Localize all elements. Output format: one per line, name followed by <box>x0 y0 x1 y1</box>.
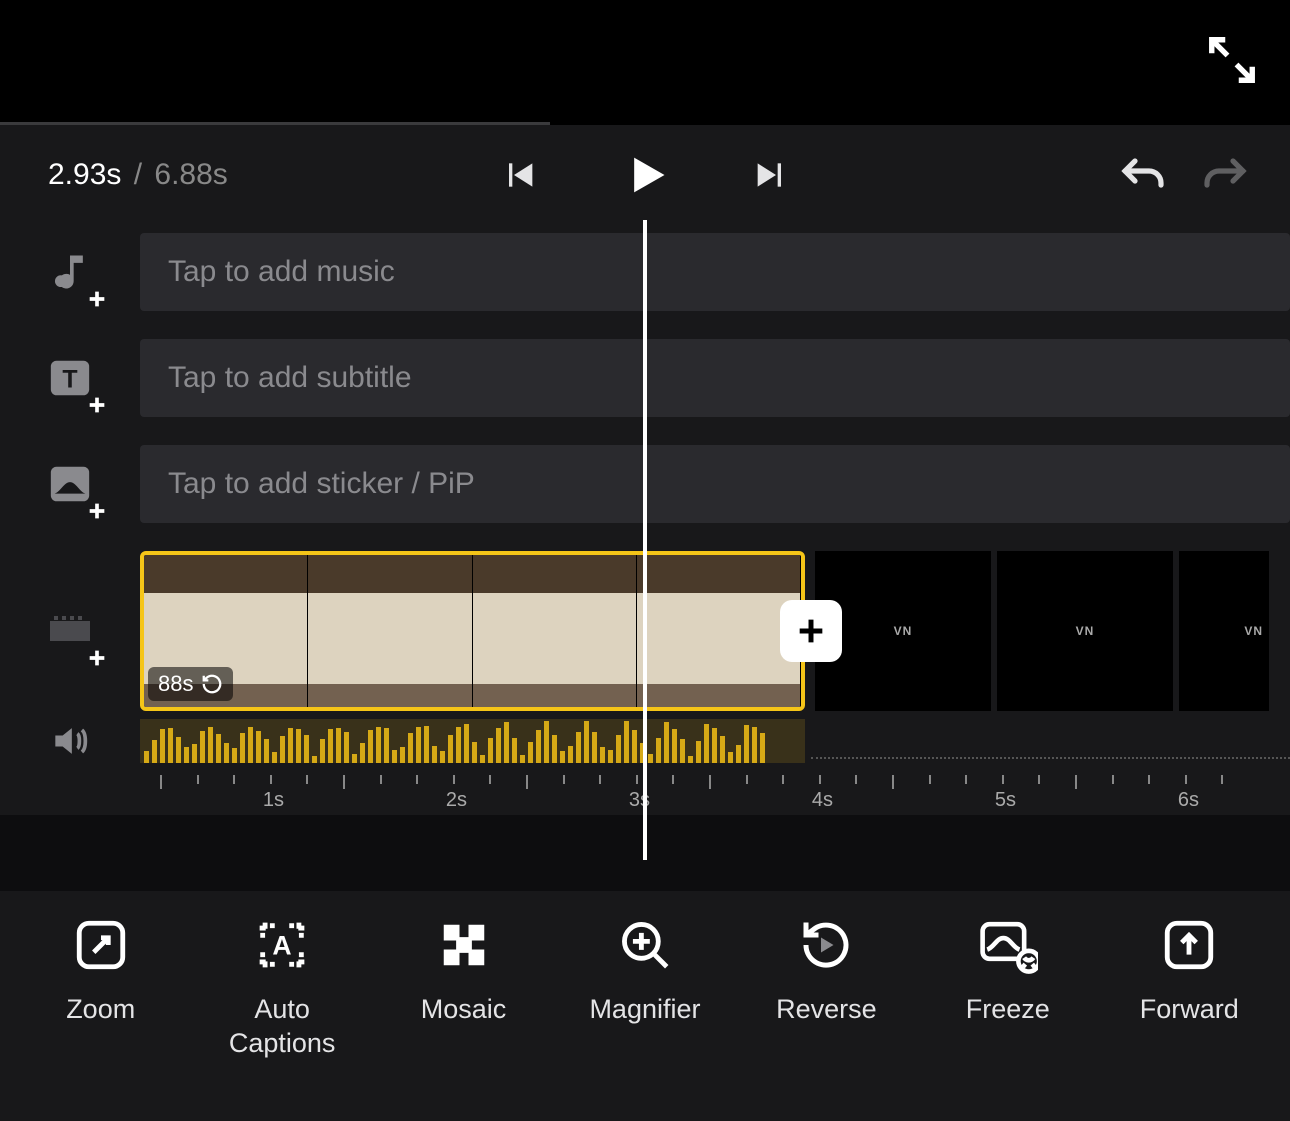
bottom-toolbar: Zoom A Auto Captions Mosaic Magnifier Re… <box>0 891 1290 1121</box>
add-subtitle-button[interactable]: T <box>40 348 100 408</box>
plus-icon <box>794 614 828 648</box>
plus-icon <box>86 394 108 416</box>
current-time: 2.93s <box>48 158 121 191</box>
video-preview[interactable] <box>0 0 1290 125</box>
subtitle-track-lane[interactable]: Tap to add subtitle <box>140 339 1290 417</box>
zoom-icon <box>72 916 130 974</box>
captions-icon: A <box>253 916 311 974</box>
freeze-button[interactable]: Freeze <box>930 915 1085 1027</box>
reverse-button[interactable]: Reverse <box>749 915 904 1027</box>
add-clip-button[interactable] <box>780 600 842 662</box>
zoom-button[interactable]: Zoom <box>23 915 178 1027</box>
mosaic-button[interactable]: Mosaic <box>386 915 541 1027</box>
add-music-button[interactable] <box>40 242 100 302</box>
clip-duration-badge: 88s <box>148 667 233 701</box>
prev-button[interactable] <box>499 155 539 195</box>
magnifier-icon <box>616 916 674 974</box>
clip-thumbnail <box>308 555 472 707</box>
plus-icon <box>86 647 108 669</box>
plus-icon <box>86 288 108 310</box>
magnifier-button[interactable]: Magnifier <box>567 915 722 1027</box>
sticker-track-lane[interactable]: Tap to add sticker / PiP <box>140 445 1290 523</box>
add-sticker-button[interactable] <box>40 454 100 514</box>
video-clip-selected[interactable]: 88s <box>140 551 805 711</box>
auto-captions-button[interactable]: A Auto Captions <box>205 915 360 1061</box>
undo-button[interactable] <box>1118 155 1168 195</box>
playback-controls-bar: 2.93s / 6.88s <box>0 125 1290 225</box>
playhead[interactable] <box>643 220 647 860</box>
svg-text:A: A <box>273 931 292 961</box>
reset-icon <box>201 673 223 695</box>
audio-volume-button[interactable] <box>40 711 100 771</box>
forward-icon <box>1160 916 1218 974</box>
forward-button[interactable]: Forward <box>1112 915 1267 1027</box>
next-button[interactable] <box>751 155 791 195</box>
video-clip[interactable]: VN <box>1179 551 1269 711</box>
audio-waveform[interactable] <box>140 719 1290 763</box>
fullscreen-button[interactable] <box>1204 32 1260 88</box>
redo-button[interactable] <box>1200 155 1250 195</box>
freeze-icon <box>978 916 1038 974</box>
music-track-lane[interactable]: Tap to add music <box>140 233 1290 311</box>
mosaic-icon <box>437 918 491 972</box>
clip-thumbnail <box>473 555 637 707</box>
video-clip[interactable]: VN <box>997 551 1173 711</box>
add-video-button[interactable] <box>40 601 100 661</box>
plus-icon <box>86 500 108 522</box>
speaker-icon <box>48 719 92 763</box>
play-button[interactable] <box>619 149 671 201</box>
reverse-icon <box>796 915 856 975</box>
clip-thumbnail <box>637 555 801 707</box>
time-display: 2.93s / 6.88s <box>48 158 228 192</box>
svg-text:T: T <box>62 366 77 394</box>
total-time: 6.88s <box>154 158 227 191</box>
